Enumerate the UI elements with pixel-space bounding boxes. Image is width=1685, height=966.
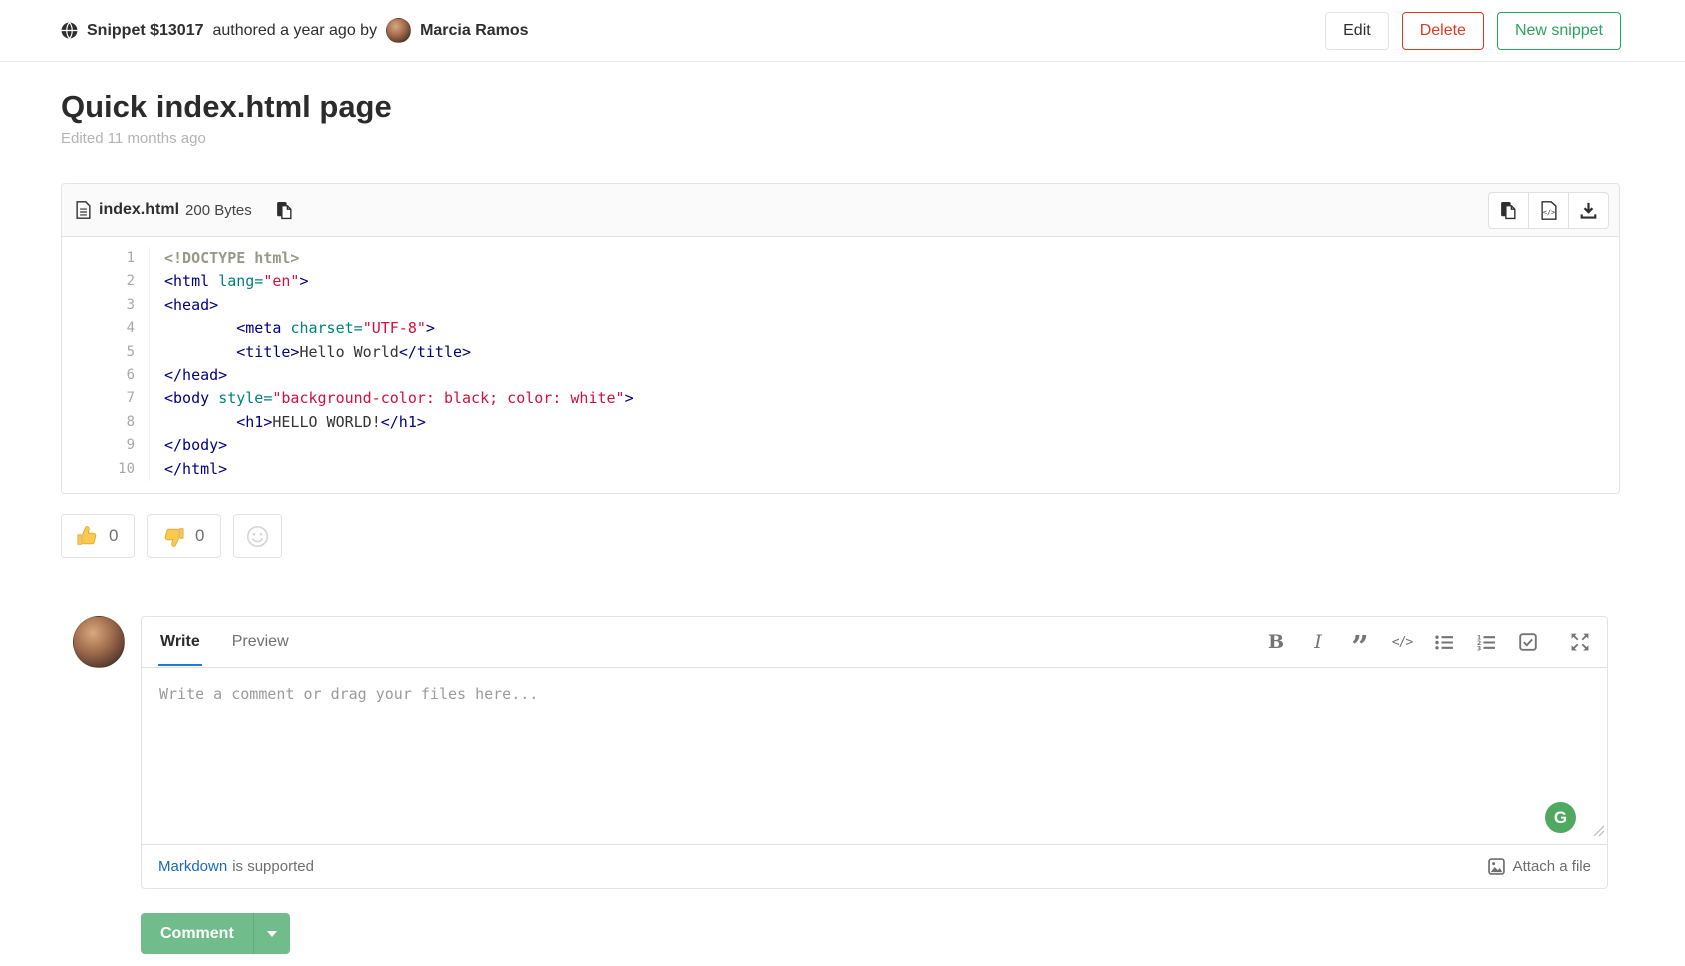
attach-file-label: Attach a file: [1513, 858, 1591, 875]
comment-textarea[interactable]: Write a comment or drag your files here.…: [142, 668, 1607, 845]
submit-row: Comment: [141, 913, 1620, 954]
thumbs-up-icon: [76, 525, 99, 548]
code-icon[interactable]: </>: [1391, 631, 1413, 653]
thumbs-up-button[interactable]: 0: [61, 514, 135, 558]
markdown-link[interactable]: Markdown: [158, 858, 227, 875]
task-list-icon[interactable]: [1517, 631, 1539, 653]
code-viewer: 1<!DOCTYPE html>2<html lang="en">3<head>…: [62, 237, 1619, 493]
delete-button[interactable]: Delete: [1402, 12, 1484, 50]
download-button[interactable]: [1568, 192, 1609, 229]
code-line: 3<head>: [62, 294, 1619, 317]
line-number[interactable]: 2: [62, 270, 150, 293]
code-line-content: </body>: [150, 434, 227, 457]
code-table-body: 1<!DOCTYPE html>2<html lang="en">3<head>…: [62, 247, 1619, 481]
markdown-footer: Markdown is supported Attach a file: [142, 845, 1607, 888]
code-line-content: <!DOCTYPE html>: [150, 247, 299, 270]
code-line-content: <meta charset="UTF-8">: [150, 317, 435, 340]
bold-icon[interactable]: B: [1265, 631, 1287, 653]
code-line-content: <body style="background-color: black; co…: [150, 387, 634, 410]
comment-button[interactable]: Comment: [141, 913, 253, 954]
line-number[interactable]: 7: [62, 387, 150, 410]
code-line-content: <html lang="en">: [150, 270, 309, 293]
tab-preview[interactable]: Preview: [230, 618, 291, 666]
attach-file-button[interactable]: Attach a file: [1488, 858, 1591, 875]
grammarly-letter: G: [1554, 808, 1567, 828]
code-line: 9</body>: [62, 434, 1619, 457]
code-line-content: <title>Hello World</title>: [150, 341, 471, 364]
thumbs-up-count: 0: [109, 526, 118, 546]
resize-handle[interactable]: [1593, 824, 1605, 842]
fullscreen-icon[interactable]: [1569, 631, 1591, 653]
author-avatar[interactable]: [386, 18, 411, 43]
line-number[interactable]: 9: [62, 434, 150, 457]
line-number[interactable]: 5: [62, 341, 150, 364]
markdown-header: Write Preview B I ” </> 123: [142, 617, 1607, 668]
svg-text:</>: </>: [1542, 208, 1554, 216]
numbered-list-icon[interactable]: 123: [1475, 631, 1497, 653]
bullet-list-icon[interactable]: [1433, 631, 1455, 653]
code-line: 2<html lang="en">: [62, 270, 1619, 293]
comment-placeholder: Write a comment or drag your files here.…: [159, 685, 538, 703]
code-line: 8 <h1>HELLO WORLD!</h1>: [62, 411, 1619, 434]
copy-contents-button[interactable]: [1488, 192, 1529, 229]
open-raw-button[interactable]: </>: [1528, 192, 1569, 229]
code-line: 1<!DOCTYPE html>: [62, 247, 1619, 270]
snippet-topbar: Snippet $13017 authored a year ago by Ma…: [0, 0, 1685, 62]
snippet-id: Snippet $13017: [87, 22, 204, 40]
file-actions-group: </>: [1488, 192, 1609, 229]
thumbs-down-count: 0: [195, 526, 204, 546]
markdown-supported-text: is supported: [232, 858, 314, 875]
grammarly-badge[interactable]: G: [1545, 802, 1576, 833]
code-line-content: <head>: [150, 294, 218, 317]
new-note-section: Write Preview B I ” </> 123: [61, 616, 1620, 889]
line-number[interactable]: 10: [62, 458, 150, 481]
comment-dropdown-button[interactable]: [253, 913, 290, 954]
markdown-toolbar: B I ” </> 123: [1265, 631, 1591, 653]
code-line-content: </head>: [150, 364, 227, 387]
new-snippet-button[interactable]: New snippet: [1497, 12, 1621, 50]
current-user-avatar[interactable]: [73, 616, 125, 668]
author-name[interactable]: Marcia Ramos: [420, 22, 529, 40]
thumbs-down-button[interactable]: 0: [147, 514, 221, 558]
thumbs-down-icon: [162, 525, 185, 548]
line-number[interactable]: 4: [62, 317, 150, 340]
italic-icon[interactable]: I: [1307, 631, 1329, 653]
tab-write[interactable]: Write: [158, 618, 202, 666]
code-line: 7<body style="background-color: black; c…: [62, 387, 1619, 410]
copy-contents-icon: [1500, 201, 1517, 220]
open-raw-icon: </>: [1541, 201, 1557, 220]
file-size: 200 Bytes: [185, 202, 252, 219]
code-line: 5 <title>Hello World</title>: [62, 341, 1619, 364]
line-number[interactable]: 6: [62, 364, 150, 387]
edited-timestamp: Edited 11 months ago: [61, 130, 1620, 147]
blockquote-icon[interactable]: ”: [1349, 631, 1371, 653]
attach-image-icon: [1488, 858, 1505, 875]
file-header: index.html 200 Bytes </>: [62, 184, 1619, 237]
page-title: Quick index.html page: [61, 89, 1620, 125]
file-document-icon: [76, 201, 91, 219]
award-emoji-row: 0 0: [61, 514, 1620, 558]
code-line: 4 <meta charset="UTF-8">: [62, 317, 1619, 340]
edit-button[interactable]: Edit: [1325, 12, 1389, 50]
line-number[interactable]: 1: [62, 247, 150, 270]
line-number[interactable]: 8: [62, 411, 150, 434]
globe-icon: [61, 22, 78, 39]
svg-text:3: 3: [1477, 645, 1481, 650]
smiley-icon: [246, 525, 269, 548]
chevron-down-icon: [267, 931, 277, 937]
file-name: index.html: [99, 201, 179, 219]
code-line-content: <h1>HELLO WORLD!</h1>: [150, 411, 426, 434]
line-number[interactable]: 3: [62, 294, 150, 317]
comment-editor: Write Preview B I ” </> 123: [141, 616, 1608, 889]
code-line: 10</html>: [62, 458, 1619, 481]
authored-text: authored a year ago by: [213, 22, 378, 40]
add-reaction-button[interactable]: [233, 514, 282, 558]
code-line-content: </html>: [150, 458, 227, 481]
download-icon: [1580, 202, 1597, 219]
copy-file-path-icon[interactable]: [276, 201, 293, 220]
snippet-file-box: index.html 200 Bytes </>: [61, 183, 1620, 494]
code-line: 6</head>: [62, 364, 1619, 387]
